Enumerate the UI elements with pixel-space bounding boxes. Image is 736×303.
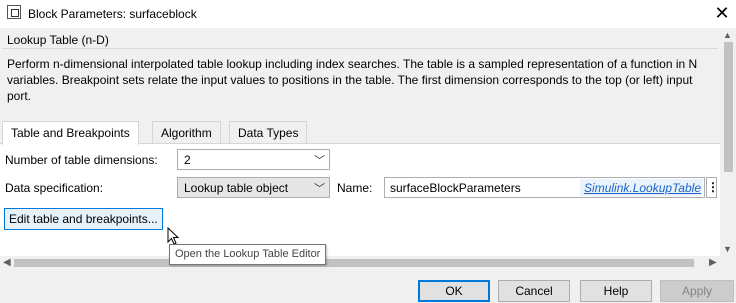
tooltip: Open the Lookup Table Editor	[169, 244, 327, 265]
block-description: Perform n-dimensional interpolated table…	[7, 57, 698, 103]
title-bar: Block Parameters: surfaceblock ✕	[0, 0, 736, 28]
close-icon[interactable]: ✕	[712, 3, 732, 23]
cancel-button[interactable]: Cancel	[498, 280, 570, 302]
tab-algorithm[interactable]: Algorithm	[152, 121, 221, 143]
horizontal-scroll-thumb[interactable]	[14, 259, 694, 267]
scroll-up-icon[interactable]: ▲	[723, 30, 732, 40]
vertical-scroll-thumb[interactable]	[724, 42, 733, 172]
tab-table-and-breakpoints[interactable]: Table and Breakpoints	[2, 121, 139, 145]
chevron-down-icon: ﹀	[314, 155, 325, 167]
more-options-icon[interactable]: ⋮	[706, 177, 719, 198]
tab-panel: Number of table dimensions: 2 ﹀ Data spe…	[0, 143, 720, 258]
num-dims-label: Number of table dimensions:	[5, 153, 158, 167]
data-spec-select[interactable]: Lookup table object ﹀	[177, 177, 330, 198]
name-value: surfaceBlockParameters	[390, 181, 521, 195]
edit-table-button[interactable]: Edit table and breakpoints...	[4, 208, 163, 230]
help-button[interactable]: Help	[580, 280, 652, 302]
scroll-down-icon[interactable]: ▼	[723, 244, 732, 254]
block-type-heading: Lookup Table (n-D)	[7, 33, 109, 47]
num-dims-select[interactable]: 2 ﹀	[177, 149, 330, 170]
window-title: Block Parameters: surfaceblock	[28, 7, 197, 21]
horizontal-scrollbar[interactable]: ◀ ▶	[0, 256, 720, 270]
groupbox-divider	[2, 48, 718, 49]
scroll-right-icon[interactable]: ▶	[709, 257, 717, 268]
mouse-pointer-icon	[167, 227, 179, 245]
chevron-down-icon: ﹀	[314, 183, 325, 195]
data-spec-value: Lookup table object	[184, 181, 289, 195]
apply-button[interactable]: Apply	[660, 280, 734, 302]
name-input[interactable]: surfaceBlockParameters Simulink.LookupTa…	[384, 177, 705, 198]
scroll-left-icon[interactable]: ◀	[3, 257, 11, 268]
ok-button[interactable]: OK	[418, 280, 490, 302]
lookup-table-type-link[interactable]: Simulink.LookupTable	[580, 179, 703, 196]
vertical-scrollbar[interactable]: ▲ ▼	[720, 28, 736, 258]
block-parameters-icon	[7, 5, 21, 19]
name-label: Name:	[337, 181, 373, 195]
tab-bar: Table and Breakpoints Algorithm Data Typ…	[0, 121, 720, 145]
dialog-content: Lookup Table (n-D) Perform n-dimensional…	[0, 28, 720, 258]
num-dims-value: 2	[184, 153, 191, 167]
data-spec-label: Data specification:	[5, 181, 104, 195]
tab-data-types[interactable]: Data Types	[229, 121, 308, 143]
